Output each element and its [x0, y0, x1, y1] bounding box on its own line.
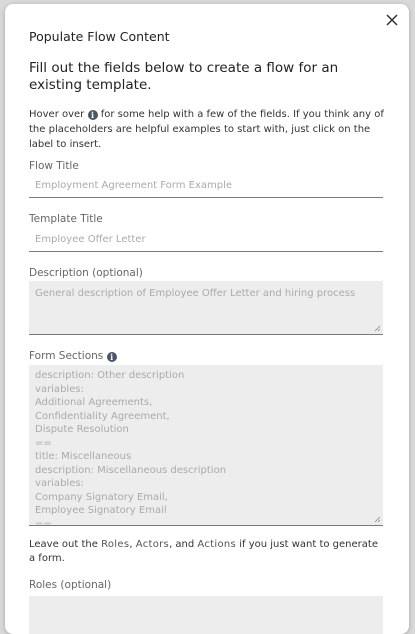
- flow-title-label: Flow Title: [29, 160, 79, 172]
- description-label: Description (optional): [29, 267, 143, 279]
- form-sections-label-text: Form Sections: [29, 350, 104, 362]
- roles-textarea[interactable]: [29, 596, 383, 634]
- note-sep2: , and: [169, 539, 195, 550]
- generate-form-note: Leave out the Roles, Actors, and Actions…: [29, 538, 385, 566]
- description-placeholder: General description of Employee Offer Le…: [35, 288, 356, 299]
- populate-flow-modal: Populate Flow Content Fill out the field…: [5, 4, 409, 634]
- flow-title-input[interactable]: Employment Agreement Form Example: [29, 176, 383, 198]
- note-sep1: ,: [129, 539, 133, 550]
- close-icon[interactable]: [385, 13, 399, 27]
- form-sections-label: Form Sections i: [29, 350, 117, 362]
- modal-subtitle: Fill out the fields below to create a fl…: [29, 60, 339, 93]
- description-textarea[interactable]: General description of Employee Offer Le…: [29, 281, 383, 335]
- actions-link[interactable]: Actions: [197, 539, 236, 550]
- form-sections-content: description: Other description variables…: [35, 370, 227, 526]
- info-icon[interactable]: i: [106, 352, 117, 362]
- form-sections-textarea[interactable]: description: Other description variables…: [29, 365, 383, 526]
- template-title-label: Template Title: [29, 213, 103, 225]
- flow-title-placeholder: Employment Agreement Form Example: [35, 180, 233, 191]
- help-text: Hover over i for some help with a few of…: [29, 107, 385, 152]
- info-icon[interactable]: i: [87, 110, 98, 120]
- note-prefix: Leave out the: [29, 539, 98, 550]
- modal-title: Populate Flow Content: [29, 29, 170, 44]
- template-title-placeholder: Employee Offer Letter: [35, 234, 146, 245]
- actors-link[interactable]: Actors: [136, 539, 169, 550]
- roles-label: Roles (optional): [29, 579, 112, 591]
- roles-link[interactable]: Roles: [101, 539, 129, 550]
- help-text-before: Hover over: [29, 109, 85, 120]
- template-title-input[interactable]: Employee Offer Letter: [29, 230, 383, 252]
- resize-handle-icon[interactable]: [374, 325, 381, 332]
- resize-handle-icon[interactable]: [374, 516, 381, 523]
